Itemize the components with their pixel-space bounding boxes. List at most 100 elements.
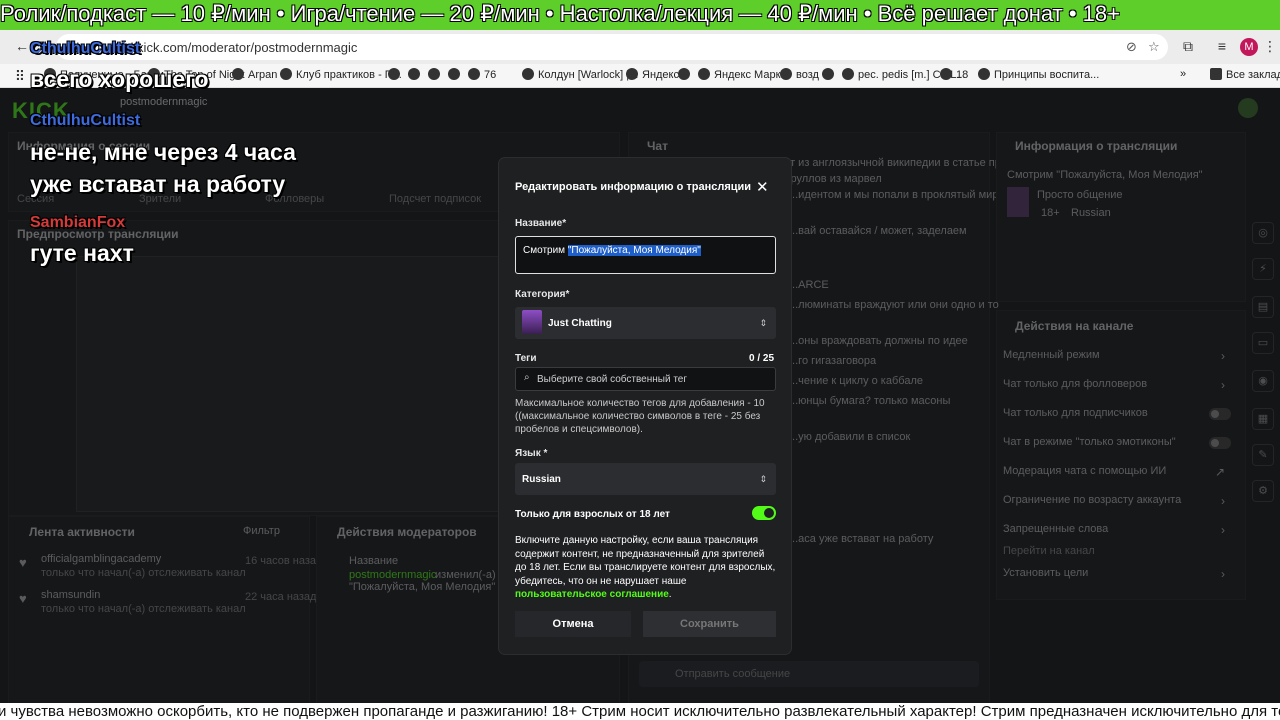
ticker-bottom-banner: и чувства невозможно оскорбить, кто не п…: [0, 703, 1280, 720]
stream-title-value: Смотрим "Пожалуйста, Моя Мелодия": [523, 245, 701, 256]
ticker-top-banner: Ролик/подкаст — 10 ₽/мин • Игра/чтение —…: [0, 0, 1280, 30]
menu-icon[interactable]: ⋮: [1262, 38, 1278, 54]
bookmark-icon-only[interactable]: [428, 68, 444, 81]
extensions-icon[interactable]: ⧉: [1180, 38, 1196, 54]
bookmark-item[interactable]: 76: [468, 68, 496, 81]
mod-item-title: Название: [349, 555, 399, 567]
action-slow-mode[interactable]: Медленный режим ›: [1003, 349, 1239, 365]
bookmark-item[interactable]: Arpan: [232, 68, 277, 81]
bookmark-item[interactable]: возд: [780, 68, 819, 81]
tags-label: Теги: [515, 353, 537, 364]
tags-help-text: Максимальное количество тегов для добавл…: [515, 398, 765, 435]
activity-filter[interactable]: Фильтр: [243, 525, 280, 537]
chat-line: ...идентом и мы попали в проклятый мир: [789, 189, 999, 201]
subs-only-toggle[interactable]: [1209, 408, 1231, 420]
chat-input-placeholder: Отправить сообщение: [675, 668, 791, 680]
heart-icon: ♥: [19, 555, 27, 570]
overlay-chat-message: всего хорошего: [30, 66, 209, 92]
profile-avatar[interactable]: M: [1240, 38, 1258, 56]
mod-item-value: "Пожалуйста, Моя Мелодия": [349, 581, 496, 593]
activity-action: только что начал(-а) отслеживать канал: [41, 603, 246, 615]
close-icon[interactable]: ✕: [756, 178, 769, 196]
channel-actions-title: Действия на канале: [1015, 319, 1134, 333]
activity-time: 16 часов назад: [245, 555, 323, 567]
bookmark-icon-only[interactable]: [388, 68, 404, 81]
chat-title: Чат: [647, 139, 668, 153]
ticker-bottom-text: и чувства невозможно оскорбить, кто не п…: [0, 703, 1280, 720]
bookmark-item[interactable]: Яндекс Маркет: [698, 68, 791, 81]
heart-icon: ♥: [19, 591, 27, 606]
sidebar-tool-icon[interactable]: ⚡: [1252, 258, 1274, 280]
activity-user[interactable]: officialgamblingacademy: [41, 553, 161, 565]
mod-actions-title: Действия модераторов: [337, 525, 477, 539]
chat-line: ...люминаты враждуют или они одно и то: [789, 299, 999, 311]
edit-stream-info-modal: Редактировать информацию о трансляции ✕ …: [499, 158, 791, 654]
user-avatar[interactable]: [1238, 98, 1258, 118]
language-select[interactable]: Russian ⇕: [515, 463, 776, 495]
bookmark-item[interactable]: Колдун [Warlock] |...: [522, 68, 638, 81]
action-ai-moderation[interactable]: Модерация чата с помощью ИИ ↗: [1003, 465, 1239, 481]
cancel-button[interactable]: Отмена: [515, 611, 631, 637]
action-followers-only[interactable]: Чат только для фолловеров ›: [1003, 378, 1239, 394]
category-select[interactable]: Just Chatting ⇕: [515, 307, 776, 339]
stream-title-selection: "Пожалуйста, Моя Мелодия": [567, 245, 701, 256]
chat-line: ...вай оставайся / может, заделаем: [789, 225, 967, 237]
bookmark-item[interactable]: Принципы воспита...: [978, 68, 1099, 81]
sidebar-tool-icon[interactable]: ▦: [1252, 408, 1274, 430]
chevron-right-icon: ›: [1221, 349, 1225, 363]
bookmark-item[interactable]: 18: [940, 68, 968, 81]
bookmark-item[interactable]: Яндекс: [626, 68, 679, 81]
action-banned-words[interactable]: Запрещенные слова ›: [1003, 523, 1239, 539]
terms-link[interactable]: пользовательское соглашение: [515, 589, 669, 600]
adult-label: Только для взрослых от 18 лет: [515, 509, 670, 520]
activity-time: 22 часа назад: [245, 591, 317, 603]
action-age-restriction[interactable]: Ограничение по возрасту аккаунта ›: [1003, 494, 1239, 510]
all-bookmarks[interactable]: Все закладки: [1210, 68, 1280, 81]
sidebar-tool-icon[interactable]: ◎: [1252, 222, 1274, 244]
chat-input[interactable]: Отправить сообщение: [639, 661, 979, 687]
star-icon[interactable]: ☆: [1148, 39, 1160, 55]
tags-input[interactable]: [537, 372, 767, 386]
mod-item-user[interactable]: postmodernmagic: [349, 569, 436, 581]
adult-toggle[interactable]: [752, 506, 776, 520]
activity-title: Лента активности: [29, 525, 135, 539]
chat-line: ...ARCE: [789, 279, 829, 291]
bookmarks-overflow-icon[interactable]: »: [1180, 68, 1186, 80]
tags-field[interactable]: ⌕: [515, 367, 776, 391]
title-label: Название*: [515, 218, 567, 229]
action-subs-only[interactable]: Чат только для подписчиков: [1003, 407, 1239, 423]
bookmark-icon-only[interactable]: [408, 68, 424, 81]
sidebar-tool-icon[interactable]: ✎: [1252, 444, 1274, 466]
action-go-to-channel[interactable]: Перейти на канал: [1003, 545, 1239, 561]
bookmark-item[interactable]: Клуб практиков - П...: [280, 68, 402, 81]
stream-preview-video[interactable]: [76, 256, 500, 512]
bookmark-icon-only[interactable]: [448, 68, 464, 81]
sidebar-tool-icon[interactable]: ◉: [1252, 370, 1274, 392]
channel-actions-panel: Действия на канале Медленный режим › Чат …: [996, 310, 1246, 600]
bookmark-icon-only[interactable]: [678, 68, 694, 81]
back-icon[interactable]: ←: [14, 38, 30, 54]
save-button[interactable]: Сохранить: [643, 611, 776, 637]
sidebar-tool-icon[interactable]: ▤: [1252, 296, 1274, 318]
stream-title-input[interactable]: Смотрим "Пожалуйста, Моя Мелодия": [515, 236, 776, 274]
chat-line: ...ую добавили в список: [789, 431, 911, 443]
stream-info-name: Смотрим "Пожалуйста, Моя Мелодия": [1007, 169, 1203, 181]
action-set-goals[interactable]: Установить цели ›: [1003, 567, 1239, 583]
emote-only-toggle[interactable]: [1209, 437, 1231, 449]
overlay-chat-user: SambianFox: [30, 214, 126, 231]
sidebar-tool-icon[interactable]: ▭: [1252, 332, 1274, 354]
activity-user[interactable]: shamsundin: [41, 589, 100, 601]
bookmark-icon-only[interactable]: [822, 68, 838, 81]
stream-info-panel: Информация о трансляции Смотрим "Пожалуй…: [996, 132, 1246, 302]
media-icon[interactable]: ≡: [1214, 38, 1230, 54]
action-emote-only[interactable]: Чат в режиме "только эмотиконы": [1003, 436, 1239, 452]
eye-off-icon[interactable]: ⊘: [1126, 39, 1137, 55]
channel-name[interactable]: postmodernmagic: [120, 96, 207, 108]
subs-label: Подсчет подписок: [389, 193, 482, 205]
category-thumbnail: [1007, 187, 1029, 217]
sidebar-tool-icon[interactable]: ⚙: [1252, 480, 1274, 502]
chevron-right-icon: ›: [1221, 494, 1225, 508]
activity-feed-panel: Лента активности Фильтр ♥ officialgambli…: [8, 516, 322, 720]
address-bar[interactable]: dashboard.kick.com/moderator/postmodernm…: [56, 34, 1168, 60]
apps-grid-icon[interactable]: ⠿: [12, 68, 28, 84]
